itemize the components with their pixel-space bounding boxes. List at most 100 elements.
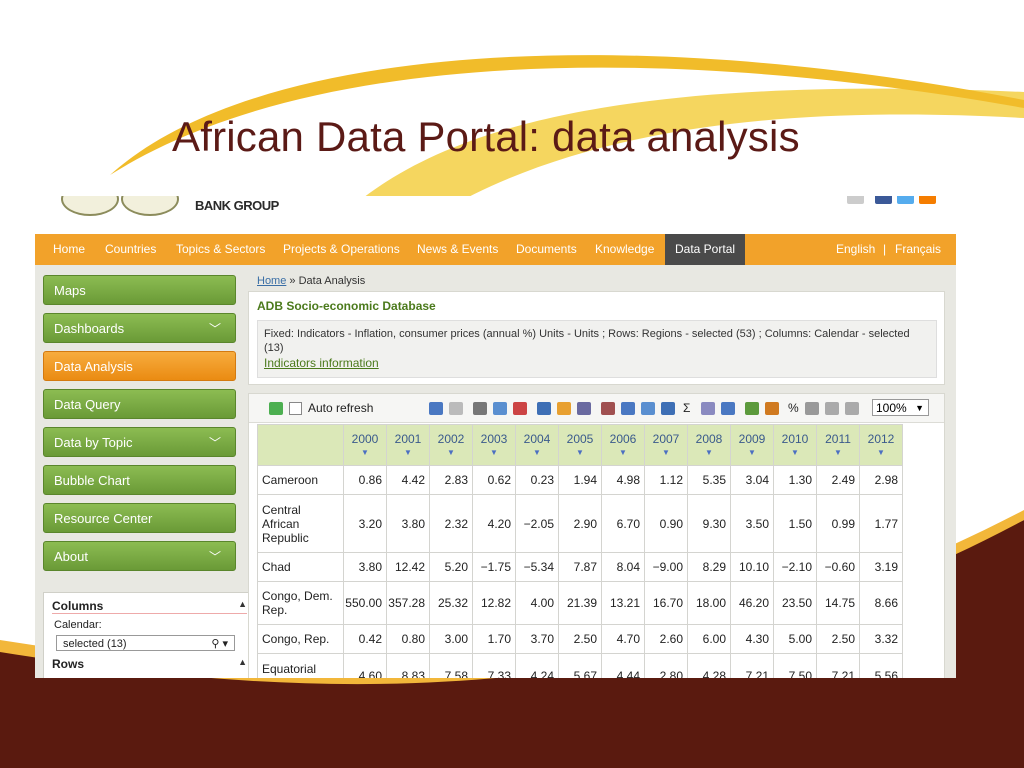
year-header-2003[interactable]: 2003 ▼ — [472, 424, 516, 466]
sort-down-icon[interactable]: ▼ — [817, 448, 859, 457]
year-header-2009[interactable]: 2009 ▼ — [730, 424, 774, 466]
nav-news-events[interactable]: News & Events — [417, 234, 498, 265]
nav-topics-sectors[interactable]: Topics & Sectors — [176, 234, 265, 265]
sort-icon[interactable] — [701, 402, 715, 415]
search-dropdown-icon[interactable]: ⚲ ▾ — [211, 636, 228, 652]
redo-icon[interactable] — [449, 402, 463, 415]
year-header-2004[interactable]: 2004 ▼ — [515, 424, 559, 466]
row-region-name[interactable]: Congo, Rep. — [257, 624, 344, 654]
sidebar-item-bubble-chart[interactable]: Bubble Chart — [43, 465, 236, 495]
layout-icon[interactable] — [641, 402, 655, 415]
sidebar-item-about[interactable]: About ﹀ — [43, 541, 236, 571]
table-cell: 2.32 — [429, 494, 473, 553]
decrease-decimals-icon[interactable] — [825, 402, 839, 415]
sidebar-item-resource-center[interactable]: Resource Center — [43, 503, 236, 533]
sort-down-icon[interactable]: ▼ — [344, 448, 386, 457]
year-header-2011[interactable]: 2011 ▼ — [816, 424, 860, 466]
table-cell: 3.00 — [429, 624, 473, 654]
sort-down-icon[interactable]: ▼ — [516, 448, 558, 457]
sidebar-item-data-by-topic[interactable]: Data by Topic ﹀ — [43, 427, 236, 457]
table-cell: 3.50 — [730, 494, 774, 553]
table-format-icon[interactable] — [621, 402, 635, 415]
auto-refresh-checkbox[interactable] — [289, 402, 302, 415]
table-cell: −9.00 — [644, 552, 688, 582]
collapse-triangle-icon[interactable]: ▲ — [238, 599, 247, 609]
year-header-2002[interactable]: 2002 ▼ — [429, 424, 473, 466]
export-pdf-icon[interactable] — [513, 402, 527, 415]
zoom-select[interactable]: 100% ▼ — [872, 399, 929, 416]
rss-icon[interactable] — [919, 196, 936, 204]
collapse-triangle-icon[interactable]: ▲ — [238, 657, 247, 667]
row-region-name[interactable]: Chad — [257, 552, 344, 582]
sort-down-icon[interactable]: ▼ — [602, 448, 644, 457]
row-region-name[interactable]: Congo, Dem. Rep. — [257, 581, 344, 625]
year-label: 2009 — [738, 432, 766, 446]
breadcrumb-home[interactable]: Home — [257, 275, 286, 287]
sort-down-icon[interactable]: ▼ — [731, 448, 773, 457]
columns-header[interactable]: Columns — [52, 599, 103, 613]
indicators-info-link[interactable]: Indicators information — [264, 356, 379, 370]
year-header-2007[interactable]: 2007 ▼ — [644, 424, 688, 466]
year-header-2008[interactable]: 2008 ▼ — [687, 424, 731, 466]
table-cell: 0.99 — [816, 494, 860, 553]
print-icon[interactable] — [473, 402, 487, 415]
year-header-2012[interactable]: 2012 ▼ — [859, 424, 903, 466]
nav-projects-operations[interactable]: Projects & Operations — [283, 234, 400, 265]
grid-view-icon[interactable] — [537, 402, 551, 415]
lang-separator: | — [883, 242, 887, 256]
sort-down-icon[interactable]: ▼ — [860, 448, 902, 457]
row-region-name[interactable]: Equatorial — [257, 653, 344, 678]
email-icon[interactable] — [847, 196, 864, 204]
table-cell: 2.49 — [816, 465, 860, 495]
database-info-box: ADB Socio-economic Database Fixed: Indic… — [248, 291, 945, 385]
facebook-icon[interactable] — [875, 196, 892, 204]
sort-down-icon[interactable]: ▼ — [559, 448, 601, 457]
twitter-icon[interactable] — [897, 196, 914, 204]
row-region-name[interactable]: Cameroon — [257, 465, 344, 495]
sidebar-item-dashboards[interactable]: Dashboards ﹀ — [43, 313, 236, 343]
sort-down-icon[interactable]: ▼ — [473, 448, 515, 457]
increase-decimals-icon[interactable] — [845, 402, 859, 415]
year-header-2010[interactable]: 2010 ▼ — [773, 424, 817, 466]
sort-down-icon[interactable]: ▼ — [645, 448, 687, 457]
grid-lines-icon[interactable] — [721, 402, 735, 415]
year-header-2001[interactable]: 2001 ▼ — [386, 424, 430, 466]
sidebar-item-maps[interactable]: Maps — [43, 275, 236, 305]
sidebar-item-data-analysis[interactable]: Data Analysis — [43, 351, 236, 381]
breadcrumb-current: Data Analysis — [298, 275, 366, 287]
year-header-2000[interactable]: 2000 ▼ — [343, 424, 387, 466]
chart-view-icon[interactable] — [557, 402, 571, 415]
year-header-2006[interactable]: 2006 ▼ — [601, 424, 645, 466]
percent-icon[interactable]: % — [788, 401, 799, 415]
sort-down-icon[interactable]: ▼ — [774, 448, 816, 457]
table-row: Congo, Dem. Rep. 550.00 357.28 25.32 12.82 4.… — [257, 581, 903, 625]
calendar-select[interactable]: selected (13) ⚲ ▾ — [56, 635, 235, 651]
row-region-name[interactable]: Central African Republic — [257, 494, 344, 553]
undo-icon[interactable] — [429, 402, 443, 415]
table-cell: 8.66 — [859, 581, 903, 625]
bar-chart-icon[interactable] — [601, 402, 615, 415]
thousands-separator-icon[interactable] — [805, 402, 819, 415]
rows-header[interactable]: Rows — [52, 657, 84, 671]
sort-down-icon[interactable]: ▼ — [430, 448, 472, 457]
chart-settings-icon[interactable] — [765, 402, 779, 415]
lang-french[interactable]: Français — [895, 234, 941, 265]
table-icon[interactable] — [661, 402, 675, 415]
nav-countries[interactable]: Countries — [105, 234, 156, 265]
refresh-icon[interactable] — [269, 402, 283, 415]
nav-knowledge[interactable]: Knowledge — [595, 234, 654, 265]
year-header-2005[interactable]: 2005 ▼ — [558, 424, 602, 466]
nav-documents[interactable]: Documents — [516, 234, 577, 265]
export-excel-icon[interactable] — [493, 402, 507, 415]
sort-down-icon[interactable]: ▼ — [688, 448, 730, 457]
sidebar-item-data-query[interactable]: Data Query — [43, 389, 236, 419]
nav-home[interactable]: Home — [53, 234, 85, 265]
sum-icon[interactable]: Σ — [683, 401, 690, 415]
table-cell: 0.90 — [644, 494, 688, 553]
nav-data-portal[interactable]: Data Portal — [665, 234, 746, 265]
table-cell: 4.44 — [601, 653, 645, 678]
recalc-icon[interactable] — [745, 402, 759, 415]
grid-chart-view-icon[interactable] — [577, 402, 591, 415]
sort-down-icon[interactable]: ▼ — [387, 448, 429, 457]
lang-english[interactable]: English — [836, 234, 875, 265]
